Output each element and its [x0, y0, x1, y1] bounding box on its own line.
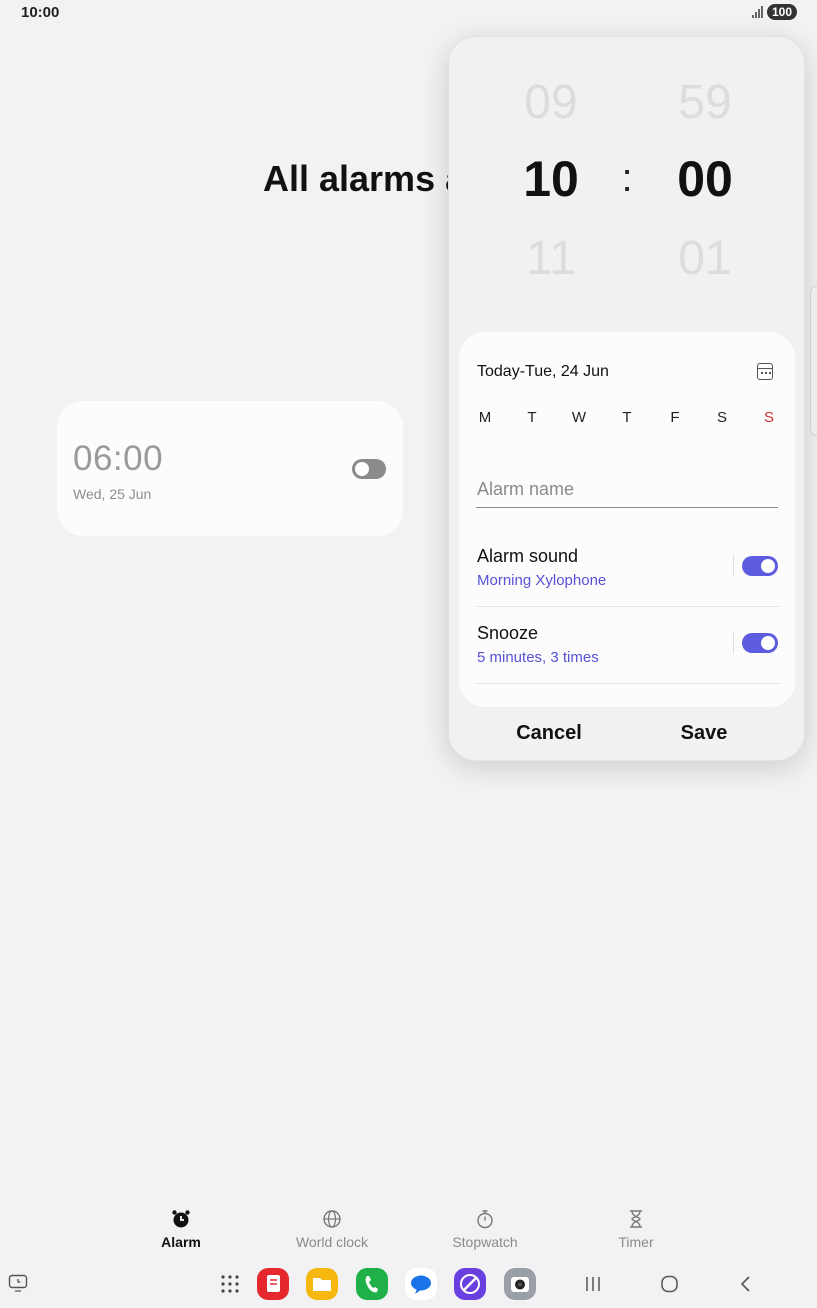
tab-alarm-label: Alarm [161, 1234, 201, 1250]
recent-apps-icon[interactable] [584, 1275, 602, 1298]
back-icon[interactable] [738, 1274, 754, 1299]
calendar-icon[interactable] [757, 363, 773, 380]
battery-badge: 100 [766, 4, 797, 20]
tab-world-clock[interactable]: World clock [272, 1208, 392, 1250]
phone-app-icon[interactable] [356, 1268, 388, 1300]
alarm-sound-title: Alarm sound [477, 546, 579, 566]
alarm-date: Wed, 25 Jun [73, 486, 152, 502]
globe-icon [272, 1208, 392, 1230]
edge-panel-handle[interactable] [810, 286, 817, 436]
day-friday[interactable]: F [665, 409, 685, 426]
camera-app-icon[interactable] [504, 1268, 536, 1300]
page-title: All alarms a [263, 158, 466, 199]
tab-stopwatch[interactable]: Stopwatch [425, 1208, 545, 1250]
alarm-sound-row[interactable]: Alarm sound Morning Xylophone [476, 530, 780, 607]
day-wednesday[interactable]: W [569, 409, 589, 426]
row-divider [733, 632, 734, 654]
snooze-row[interactable]: Snooze 5 minutes, 3 times [476, 607, 780, 684]
tab-alarm[interactable]: Alarm [121, 1208, 241, 1250]
alarm-sound-value: Morning Xylophone [477, 572, 607, 589]
tab-timer-label: Timer [618, 1234, 654, 1250]
minute-next[interactable]: 01 [650, 231, 760, 286]
alarm-clock-icon [121, 1208, 241, 1230]
snooze-toggle[interactable] [742, 633, 778, 653]
minute-selected[interactable]: 00 [650, 150, 760, 208]
snooze-title: Snooze [477, 623, 539, 643]
tab-world-clock-label: World clock [295, 1234, 369, 1250]
stopwatch-icon [425, 1208, 545, 1230]
alarm-time: 06:00 [73, 439, 164, 478]
files-app-icon[interactable] [306, 1268, 338, 1300]
signal-icon [751, 6, 763, 18]
status-bar: 10:00 100 [0, 0, 817, 26]
messages-app-icon[interactable] [405, 1268, 437, 1300]
row-divider [733, 555, 734, 577]
alarm-sound-toggle[interactable] [742, 556, 778, 576]
browser-app-icon[interactable] [454, 1268, 486, 1300]
day-thursday[interactable]: T [617, 409, 637, 426]
hourglass-icon [576, 1208, 696, 1230]
snooze-value: 5 minutes, 3 times [477, 649, 599, 666]
add-alarm-popup: 09 10 11 : 59 00 01 Today-Tue, 24 Jun M … [448, 36, 805, 761]
tab-timer[interactable]: Timer [576, 1208, 696, 1250]
home-icon[interactable] [660, 1274, 680, 1299]
hour-prev[interactable]: 09 [496, 75, 606, 130]
alarm-settings-card: Today-Tue, 24 Jun M T W T F S S Alarm so… [459, 332, 795, 707]
tab-stopwatch-label: Stopwatch [452, 1234, 518, 1250]
hour-next[interactable]: 11 [496, 231, 606, 286]
status-indicators: 100 [751, 4, 797, 20]
save-button[interactable]: Save [629, 722, 779, 745]
alarm-toggle[interactable] [352, 459, 386, 479]
day-tuesday[interactable]: T [522, 409, 542, 426]
minute-prev[interactable]: 59 [650, 75, 760, 130]
time-separator: : [621, 156, 633, 200]
day-monday[interactable]: M [475, 409, 495, 426]
day-sunday[interactable]: S [759, 409, 779, 426]
app-grid-icon[interactable] [220, 1274, 240, 1299]
cancel-button[interactable]: Cancel [474, 722, 624, 745]
status-time: 10:00 [21, 4, 60, 21]
notes-app-icon[interactable] [257, 1268, 289, 1300]
screen-mode-icon[interactable] [8, 1274, 28, 1297]
alarm-card[interactable]: 06:00 Wed, 25 Jun [57, 401, 403, 536]
date-label: Today-Tue, 24 Jun [477, 363, 609, 380]
alarm-name-input[interactable] [476, 472, 778, 508]
navigation-bar [0, 1262, 817, 1308]
day-saturday[interactable]: S [712, 409, 732, 426]
hour-selected[interactable]: 10 [496, 150, 606, 208]
